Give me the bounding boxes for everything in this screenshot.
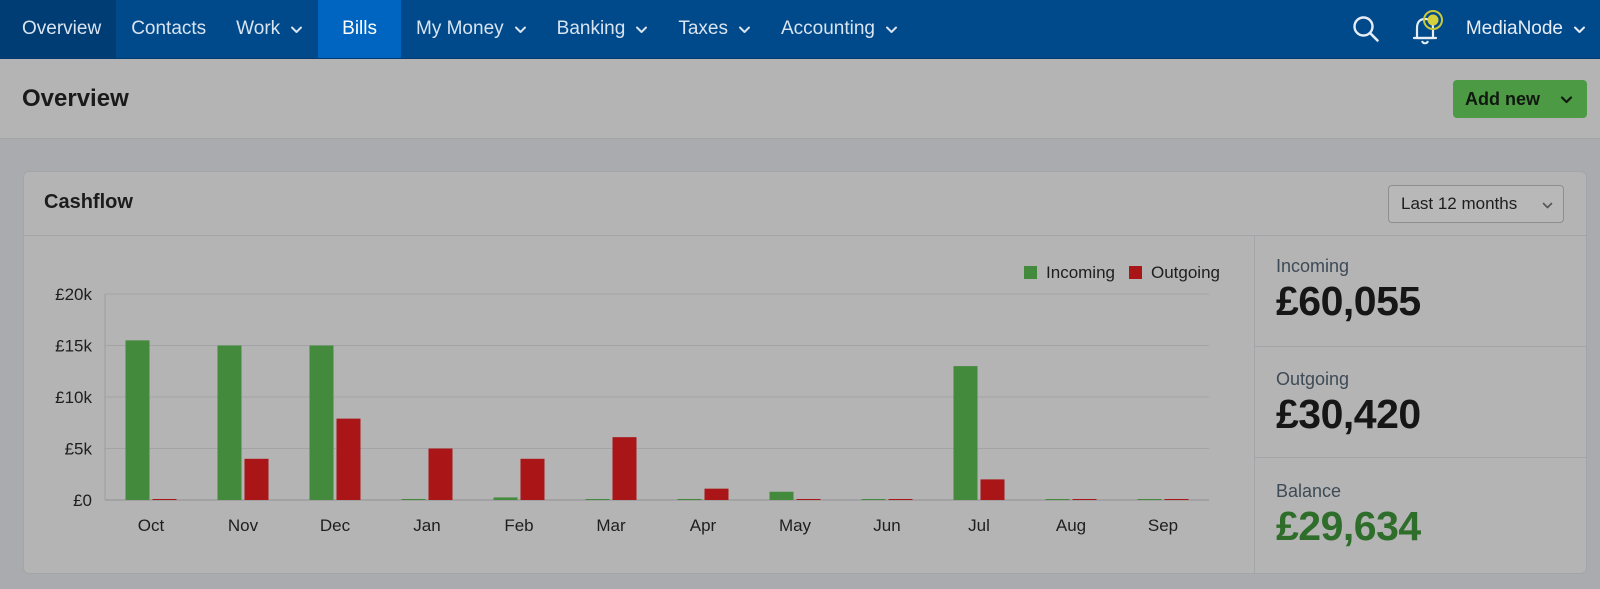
nav-tab-contacts[interactable]: Contacts	[116, 0, 221, 58]
bar-outgoing-sep	[1164, 499, 1189, 500]
legend-swatch-outgoing	[1129, 266, 1142, 279]
nav-tab-label: Taxes	[678, 18, 728, 39]
x-tick-label: Jul	[968, 516, 990, 535]
chevron-down-icon	[1573, 23, 1586, 36]
bar-incoming-mar	[585, 499, 610, 500]
x-tick-label: Nov	[228, 516, 259, 535]
bar-incoming-jan	[401, 498, 426, 500]
bar-incoming-jul	[953, 366, 978, 500]
cashflow-card: Cashflow Last 12 months £0 £5k £10k £15k £20…	[23, 171, 1587, 574]
y-tick-label: £5k	[65, 440, 93, 459]
nav-tab-banking[interactable]: Banking	[542, 0, 664, 58]
y-tick-label: £15k	[55, 337, 92, 356]
nav-right-group: MediaNode	[1336, 0, 1600, 58]
y-tick-label: £10k	[55, 388, 92, 407]
y-tick-label: £20k	[55, 285, 92, 304]
outgoing-label: Outgoing	[1276, 369, 1350, 389]
bar-incoming-sep	[1137, 499, 1162, 500]
x-tick-label: Feb	[504, 516, 533, 535]
bar-incoming-apr	[677, 498, 702, 500]
incoming-label: Incoming	[1276, 256, 1350, 276]
chevron-down-icon	[514, 23, 527, 36]
bar-incoming-may	[769, 491, 794, 500]
bar-incoming-dec	[309, 345, 334, 500]
outgoing-value: £30,420	[1276, 391, 1421, 437]
account-menu[interactable]: MediaNode	[1456, 18, 1600, 40]
nav-tab-label: Banking	[556, 18, 626, 39]
bar-outgoing-may	[796, 499, 821, 500]
stat-divider	[1255, 457, 1587, 458]
nav-tab-label: Overview	[22, 18, 102, 39]
legend-swatch-incoming	[1024, 266, 1038, 279]
legend-label-outgoing: Outgoing	[1151, 263, 1220, 282]
bar-outgoing-jun	[888, 499, 913, 500]
chevron-down-icon	[290, 23, 303, 36]
bar-outgoing-jul	[980, 479, 1005, 500]
chevron-down-icon	[885, 23, 898, 36]
bell-icon[interactable]	[1396, 0, 1456, 59]
nav-tab-taxes[interactable]: Taxes	[663, 0, 766, 58]
x-tick-label: Mar	[596, 516, 626, 535]
account-name: MediaNode	[1465, 18, 1563, 39]
nav-tab-accounting[interactable]: Accounting	[766, 0, 913, 58]
chevron-down-icon	[1542, 200, 1553, 211]
incoming-value: £60,055	[1276, 278, 1421, 324]
outgoing-stat: Outgoing £30,420	[1255, 369, 1587, 438]
x-tick-label: Apr	[690, 516, 717, 535]
bar-outgoing-mar	[612, 437, 637, 500]
nav-tab-overview[interactable]: Overview	[0, 0, 117, 58]
x-tick-label: May	[779, 516, 812, 535]
balance-stat: Balance £29,634	[1255, 481, 1587, 550]
balance-value: £29,634	[1276, 503, 1421, 549]
x-tick-label: Dec	[320, 516, 351, 535]
stat-divider	[1255, 346, 1587, 347]
bar-incoming-aug	[1045, 499, 1070, 500]
bar-outgoing-feb	[520, 458, 545, 500]
nav-tab-work[interactable]: Work	[221, 0, 318, 58]
nav-tab-my-money[interactable]: My Money	[401, 0, 542, 58]
x-tick-label: Oct	[138, 516, 165, 535]
bar-incoming-jun	[861, 499, 886, 500]
balance-label: Balance	[1276, 481, 1342, 501]
bar-incoming-oct	[125, 340, 150, 500]
add-new-button[interactable]: Add new	[1453, 80, 1587, 118]
period-select-value: Last 12 months	[1401, 194, 1518, 213]
bar-incoming-nov	[217, 345, 242, 500]
x-tick-label: Aug	[1056, 516, 1086, 535]
add-new-label: Add new	[1465, 88, 1540, 109]
search-icon[interactable]	[1336, 0, 1396, 59]
bar-outgoing-nov	[244, 458, 269, 500]
period-select[interactable]: Last 12 months	[1388, 185, 1564, 223]
nav-tab-label: Bills	[342, 18, 377, 39]
x-tick-label: Sep	[1148, 516, 1178, 535]
bar-outgoing-aug	[1072, 499, 1097, 500]
nav-tab-label: Accounting	[780, 18, 875, 39]
nav-tab-label: Work	[236, 18, 281, 39]
x-tick-label: Jan	[413, 516, 440, 535]
nav-tab-bills[interactable]: Bills	[318, 0, 401, 58]
bar-outgoing-apr	[704, 488, 729, 500]
chart-svg: £0 £5k £10k £15k £20k Oct Nov Dec Jan Feb Mar Apr Ma…	[55, 263, 1220, 535]
chevron-down-icon	[1560, 93, 1573, 106]
nav-tab-label: My Money	[416, 18, 504, 39]
chevron-down-icon	[635, 23, 648, 36]
incoming-stat: Incoming £60,055	[1255, 256, 1587, 325]
bar-outgoing-dec	[336, 418, 361, 500]
y-tick-label: £0	[73, 491, 92, 510]
chevron-down-icon	[738, 23, 751, 36]
top-navigation: Overview Contacts Work Bills My Money Ba…	[0, 0, 1600, 59]
x-tick-label: Jun	[873, 516, 900, 535]
page-header: Overview Add new	[0, 59, 1600, 139]
bar-outgoing-jan	[428, 448, 453, 500]
nav-tab-label: Contacts	[131, 18, 207, 39]
page-title: Overview	[22, 85, 129, 112]
bar-incoming-feb	[493, 497, 518, 500]
legend-label-incoming: Incoming	[1046, 263, 1115, 282]
cashflow-chart: £0 £5k £10k £15k £20k Oct Nov Dec Jan Feb Mar Apr Ma…	[24, 236, 1254, 575]
cashflow-stats: Incoming £60,055 Outgoing £30,420 Balanc…	[1254, 236, 1587, 574]
bar-outgoing-oct	[152, 499, 177, 500]
card-title: Cashflow	[44, 191, 133, 213]
